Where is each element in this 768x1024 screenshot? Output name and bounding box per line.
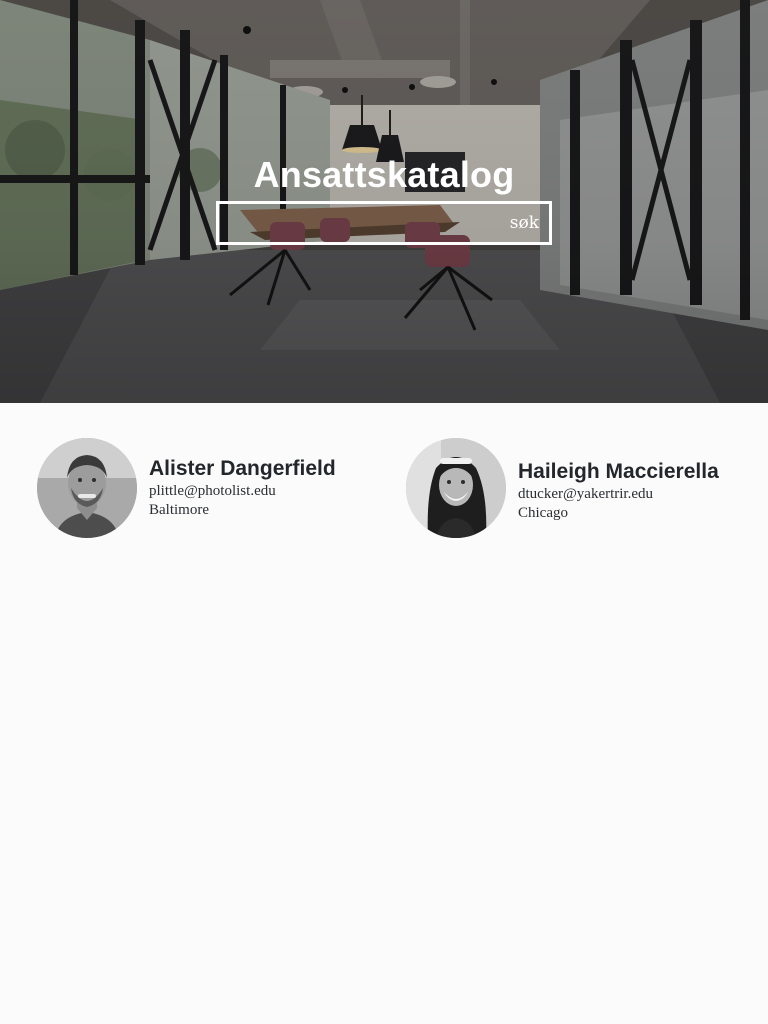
search-box xyxy=(216,201,552,245)
avatar xyxy=(406,438,506,538)
employee-name: Alister Dangerfield xyxy=(149,457,336,480)
avatar-photo xyxy=(406,438,506,538)
hero-banner: Ansattskatalog xyxy=(0,0,768,403)
employee-city: Chicago xyxy=(518,505,568,521)
employee-card[interactable]: Alister Dangerfield plittle@photolist.ed… xyxy=(37,438,336,538)
employee-info: Alister Dangerfield plittle@photolist.ed… xyxy=(149,456,336,520)
employee-email: plittle@photolist.edu xyxy=(149,483,276,499)
employee-card[interactable]: Haileigh Maccierella dtucker@yakertrir.e… xyxy=(406,438,719,538)
employee-city: Baltimore xyxy=(149,502,209,518)
employee-info: Haileigh Maccierella dtucker@yakertrir.e… xyxy=(518,459,719,523)
employee-name: Haileigh Maccierella xyxy=(518,460,719,483)
search-input[interactable] xyxy=(219,204,549,242)
page-title: Ansattskatalog xyxy=(253,154,515,195)
employee-email: dtucker@yakertrir.edu xyxy=(518,486,654,502)
avatar-photo xyxy=(37,438,137,538)
avatar xyxy=(37,438,137,538)
